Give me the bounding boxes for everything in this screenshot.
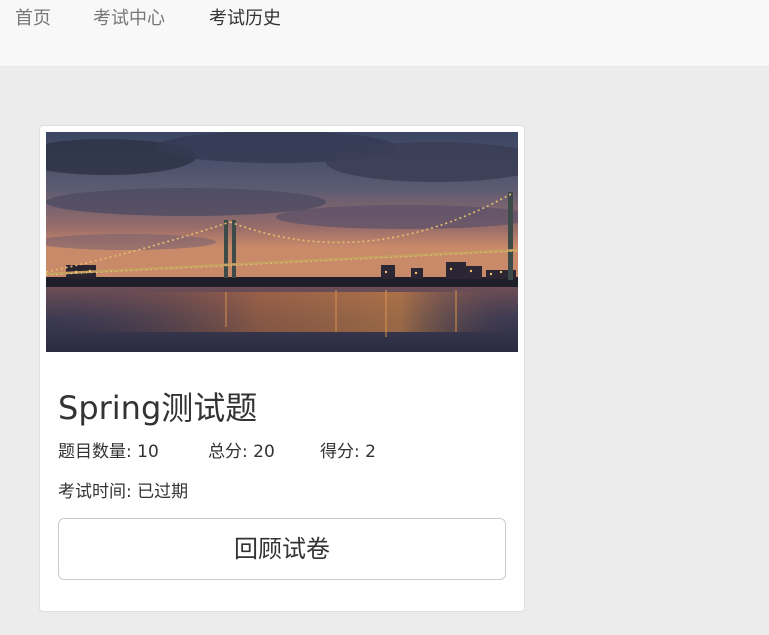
exam-title: Spring测试题 (58, 389, 258, 427)
nav-item-exam-history[interactable]: 考试历史 (209, 8, 281, 30)
review-paper-button[interactable]: 回顾试卷 (58, 518, 506, 580)
top-navbar: 首页 考试中心 考试历史 (0, 0, 769, 67)
exam-time: 考试时间: 已过期 (58, 482, 189, 502)
obtained-score: 得分: 2 (320, 442, 376, 462)
nav-item-home[interactable]: 首页 (15, 8, 51, 30)
exam-card: Spring测试题 题目数量: 10 总分: 20 得分: 2 考试时间: 已过… (39, 125, 525, 612)
nav-item-exam-center[interactable]: 考试中心 (93, 8, 165, 30)
total-score: 总分: 20 (208, 442, 275, 462)
exam-thumbnail-image (46, 132, 518, 352)
question-count: 题目数量: 10 (58, 442, 159, 462)
